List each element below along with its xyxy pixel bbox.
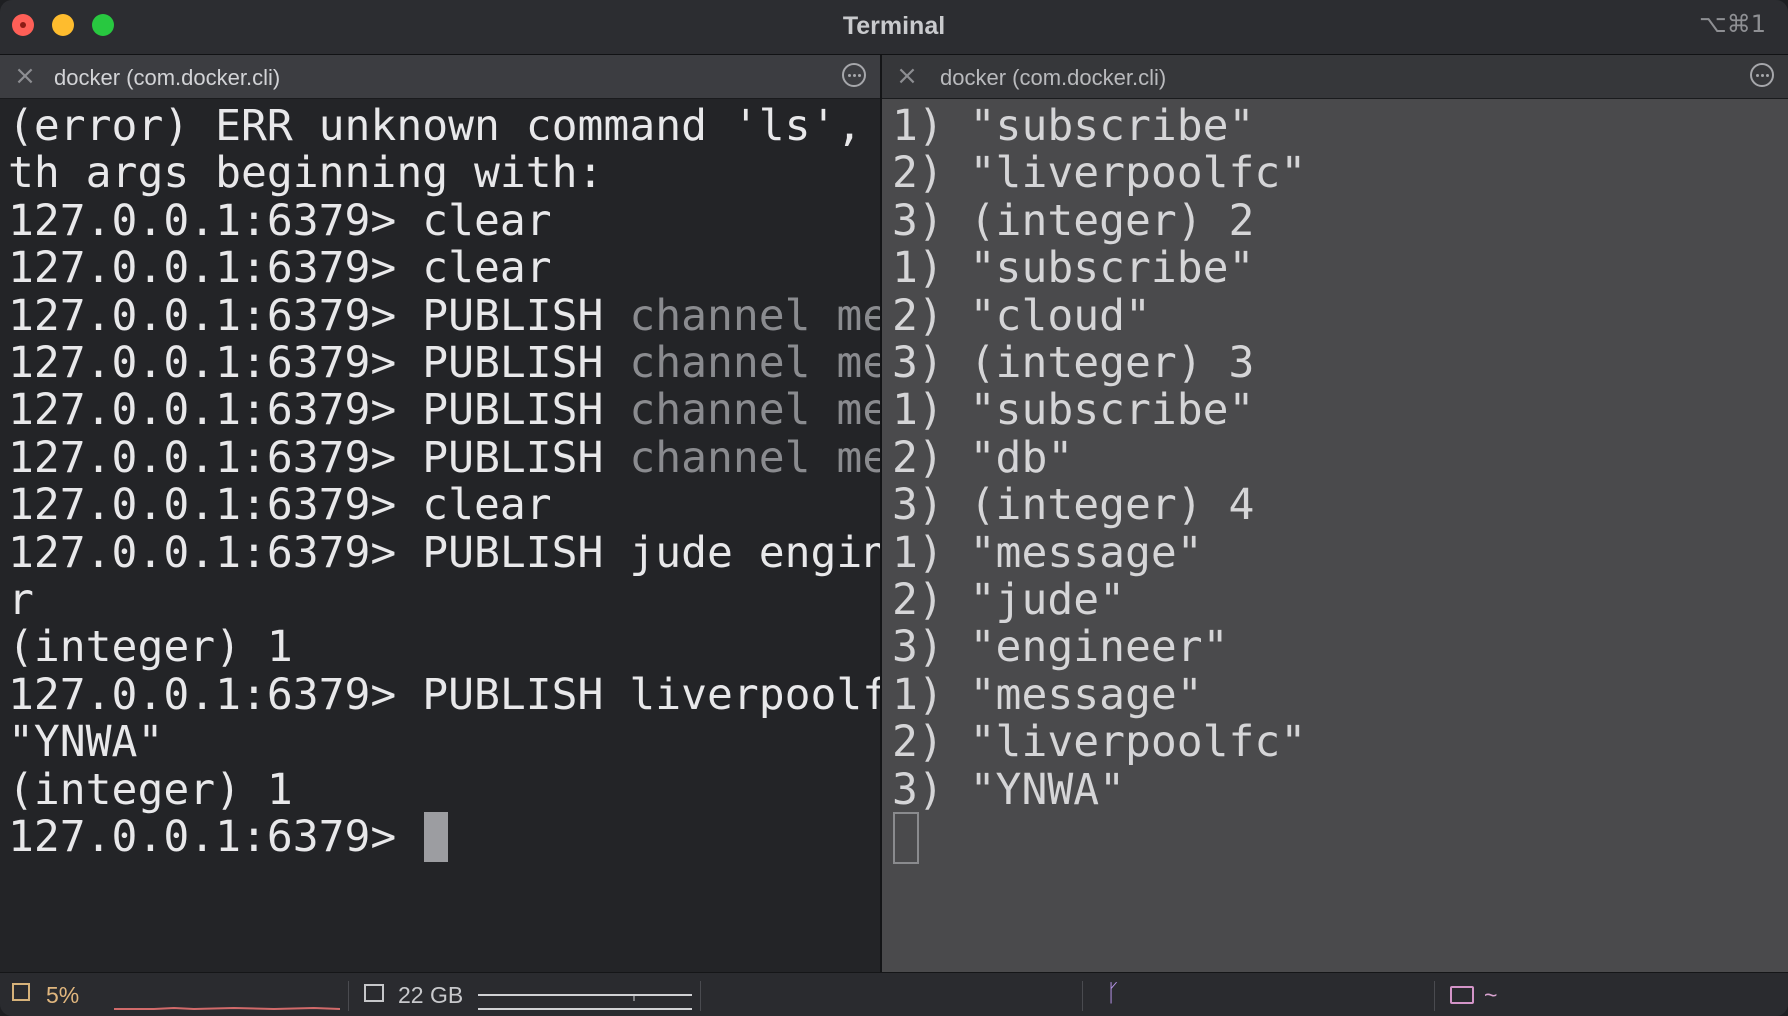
git-branch-icon: ᚴ bbox=[1106, 979, 1121, 1007]
terminal-text: 127.0.0.1:6379> clear bbox=[8, 195, 552, 246]
terminal-line: 3) "engineer" bbox=[892, 622, 1229, 673]
text-cursor bbox=[424, 812, 449, 862]
tab-left[interactable]: × docker (com.docker.cli) bbox=[0, 55, 880, 99]
terminal-line: 127.0.0.1:6379> PUBLISH channel mess bbox=[8, 431, 880, 485]
folder-icon bbox=[1450, 986, 1474, 1004]
terminal-text: 127.0.0.1:6379> PUBLISH jude enginee bbox=[8, 527, 880, 578]
terminal-line: 2) "liverpoolfc" bbox=[892, 148, 1307, 199]
title-bar: Terminal ⌥⌘1 bbox=[0, 0, 1788, 55]
cpu-icon bbox=[12, 983, 30, 1001]
status-bar: 5% 22 GB ᚴ ~ bbox=[0, 972, 1788, 1016]
terminal-text: 127.0.0.1:6379> clear bbox=[8, 480, 552, 531]
terminal-line: 127.0.0.1:6379> PUBLISH jude enginee bbox=[8, 526, 880, 580]
terminal-window: Terminal ⌥⌘1 × docker (com.docker.cli) ×… bbox=[0, 0, 1788, 1016]
memory-icon bbox=[364, 984, 384, 1002]
terminal-text: (error) ERR unknown command 'ls', wi bbox=[8, 101, 880, 151]
text-cursor bbox=[893, 812, 919, 864]
terminal-line: 1) "subscribe" bbox=[892, 101, 1255, 151]
terminal-line: 127.0.0.1:6379> PUBLISH channel mess bbox=[8, 336, 880, 390]
terminal-text: 127.0.0.1:6379> PUBLISH bbox=[8, 385, 630, 436]
terminal-text: th args beginning with: bbox=[8, 148, 604, 199]
terminal-text: 127.0.0.1:6379> PUBLISH liverpoolfc bbox=[8, 669, 880, 720]
terminal-line: (integer) 1 bbox=[8, 763, 293, 817]
status-separator bbox=[700, 981, 701, 1011]
autosuggest-hint: channel mess bbox=[629, 385, 880, 436]
tab-label: docker (com.docker.cli) bbox=[940, 65, 1167, 90]
close-tab-icon[interactable]: × bbox=[894, 63, 920, 89]
status-separator bbox=[348, 981, 349, 1011]
cpu-usage: 5% bbox=[46, 982, 80, 1008]
terminal-text: 127.0.0.1:6379> PUBLISH bbox=[8, 290, 630, 341]
right-terminal-pane[interactable]: 1) "subscribe" 2) "liverpoolfc" 3) (intege… bbox=[882, 99, 1788, 972]
terminal-line: 127.0.0.1:6379> PUBLISH channel mess bbox=[8, 289, 880, 343]
terminal-line: r bbox=[8, 573, 34, 627]
tab-label: docker (com.docker.cli) bbox=[54, 65, 281, 90]
terminal-line: 3) (integer) 3 bbox=[892, 338, 1255, 388]
current-directory: ~ bbox=[1484, 982, 1498, 1008]
tab-right[interactable]: × docker (com.docker.cli) bbox=[882, 55, 1788, 99]
terminal-text: "YNWA" bbox=[8, 717, 164, 768]
terminal-line: 1) "message" bbox=[892, 669, 1203, 720]
terminal-line: 1) "subscribe" bbox=[892, 385, 1255, 436]
terminal-line: 1) "subscribe" bbox=[892, 243, 1255, 294]
terminal-line: (error) ERR unknown command 'ls', wi bbox=[8, 99, 880, 153]
memory-usage: 22 GB bbox=[398, 982, 464, 1008]
terminal-line: 3) (integer) 4 bbox=[892, 480, 1255, 531]
terminal-text: 127.0.0.1:6379> clear bbox=[8, 243, 552, 294]
left-terminal-pane[interactable]: (error) ERR unknown command 'ls', wi th a… bbox=[0, 99, 880, 972]
more-options-icon[interactable] bbox=[1750, 63, 1774, 87]
terminal-text: 127.0.0.1:6379> bbox=[8, 812, 423, 862]
terminal-line: 2) "liverpoolfc" bbox=[892, 717, 1307, 768]
terminal-line: 127.0.0.1:6379> clear bbox=[8, 241, 552, 295]
terminal-line: 3) (integer) 2 bbox=[892, 195, 1255, 246]
terminal-text: 127.0.0.1:6379> PUBLISH bbox=[8, 338, 630, 388]
terminal-line: 2) "cloud" bbox=[892, 290, 1151, 341]
terminal-line: 127.0.0.1:6379> bbox=[8, 810, 422, 864]
terminal-text: (integer) 1 bbox=[8, 764, 293, 815]
terminal-line: 2) "db" bbox=[892, 432, 1074, 483]
terminal-text: 127.0.0.1:6379> PUBLISH bbox=[8, 432, 630, 483]
autosuggest-hint: channel mess bbox=[629, 432, 880, 483]
terminal-line: 127.0.0.1:6379> clear bbox=[8, 478, 552, 532]
autosuggest-hint: channel mess bbox=[629, 338, 880, 388]
terminal-line: (integer) 1 bbox=[8, 620, 293, 674]
terminal-line: th args beginning with: bbox=[8, 146, 603, 200]
terminal-text: (integer) 1 bbox=[8, 622, 293, 673]
window-shortcut: ⌥⌘1 bbox=[1699, 10, 1766, 38]
autosuggest-hint: channel mess bbox=[629, 290, 880, 341]
terminal-line: 1) "message" bbox=[892, 527, 1203, 578]
more-options-icon[interactable] bbox=[842, 63, 866, 87]
status-separator bbox=[1434, 981, 1435, 1011]
terminal-line: 127.0.0.1:6379> PUBLISH channel mess bbox=[8, 383, 880, 437]
status-separator bbox=[1082, 981, 1083, 1011]
terminal-line: 2) "jude" bbox=[892, 575, 1125, 625]
close-tab-icon[interactable]: × bbox=[12, 63, 38, 89]
terminal-line: 127.0.0.1:6379> clear bbox=[8, 194, 552, 248]
terminal-line: 127.0.0.1:6379> PUBLISH liverpoolfc bbox=[8, 668, 880, 722]
memory-graph bbox=[478, 994, 692, 1010]
window-title: Terminal bbox=[842, 12, 946, 40]
terminal-line: "YNWA" bbox=[8, 715, 163, 769]
terminal-line: 3) "YNWA" bbox=[892, 764, 1125, 815]
terminal-text: r bbox=[8, 575, 34, 625]
cpu-graph bbox=[114, 1006, 340, 1011]
